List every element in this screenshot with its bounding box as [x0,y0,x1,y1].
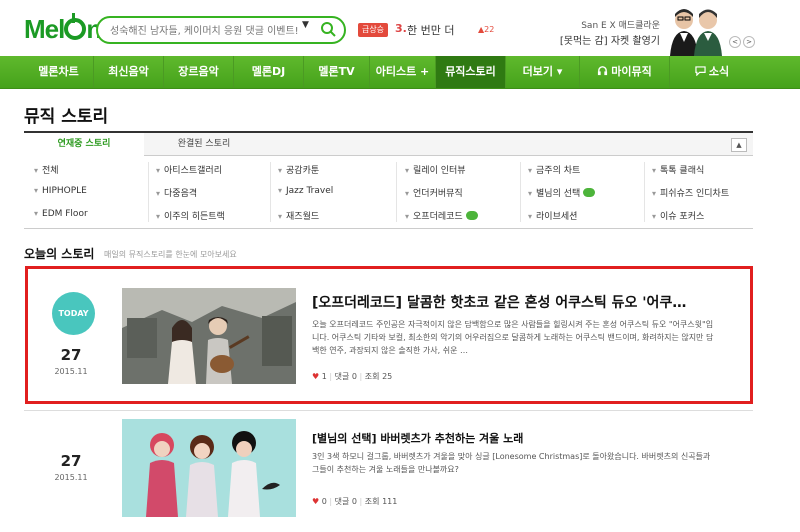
nav-melon-dj[interactable]: 멜론DJ [234,56,304,88]
today-subheading: 매일의 뮤직스토리를 한눈에 모아보세요 [104,250,237,259]
collapse-toggle-button[interactable]: ▲ [731,138,747,152]
nav-music-story[interactable]: 뮤직스토리 [436,56,506,88]
search-box: ▼ [96,16,346,44]
nav-news[interactable]: 소식 [670,56,754,88]
rank-number: 3. [395,22,407,35]
nav-melon-chart[interactable]: 멜론차트 [24,56,94,88]
view-label: 조회 [364,372,380,381]
search-icon[interactable] [320,21,336,37]
comment-label: 댓글 [334,497,350,506]
story-meta: ♥ 1 | 댓글 0 | 조회 25 [312,372,393,381]
story-thumbnail[interactable] [122,288,296,384]
search-dropdown-icon[interactable]: ▼ [302,20,309,30]
comment-count: 0 [351,497,357,506]
divider [520,162,521,222]
rank-title[interactable]: 한 번만 더 [407,22,454,38]
new-badge-icon [583,188,596,197]
nav-melon-tv[interactable]: 멜론TV [304,56,370,88]
category-item[interactable]: ▾ 공감카툰 [278,163,319,177]
story-date: 2015.11 [54,367,88,376]
promo-image[interactable] [666,6,726,56]
divider [270,162,271,222]
promo-title[interactable]: [못먹는 감] 자켓 촬영기 [540,32,660,47]
category-item[interactable]: ▾ 오프더레코드 [405,209,478,223]
nav-news-label: 소식 [708,65,730,78]
story-day: 27 [60,346,82,364]
nav-more[interactable]: 더보기 ▾ [506,56,580,88]
story-date: 2015.11 [54,473,88,482]
header: Meln ▼ 급상승 3. 한 번만 더 ▲22 San E X 매드클라운 [… [0,0,800,56]
category-item[interactable]: ▾ 재즈월드 [278,209,319,223]
view-count: 25 [382,372,393,381]
category-item[interactable]: ▾ 다중음격 [156,186,197,200]
comment-count: 0 [351,372,357,381]
nav-artist[interactable]: 아티스트 + [370,56,436,88]
new-badge-icon [465,211,478,220]
main-navigation: 멜론차트 최신음악 장르음악 멜론DJ 멜론TV 아티스트 + 뮤직스토리 더보… [0,56,800,89]
category-item[interactable]: ▾ 라이브세션 [528,209,577,223]
story-description: 오늘 오프더레코드 주인공은 자극적이지 않은 담백함으로 많은 사람들을 힐링… [312,320,714,355]
nav-latest-music[interactable]: 최신음악 [94,56,164,88]
today-heading: 오늘의 스토리 [24,247,95,261]
category-item[interactable]: ▾ 릴레이 인터뷰 [405,163,466,177]
category-item[interactable]: ▾ 별님의 선택 [528,186,596,200]
category-item[interactable]: ▾ 전체 [34,163,59,177]
story-description: 3인 3색 하모니 걸그룹, 바버렛츠가 겨울을 맞아 싱글 [Lonesome… [312,452,711,474]
category-item[interactable]: ▾ 피쉬슈즈 인디차트 [652,186,729,200]
nav-my-music[interactable]: 마이뮤직 [580,56,670,88]
category-item[interactable]: ▾ 금주의 차트 [528,163,580,177]
category-item[interactable]: ▾ 이슈 포커스 [652,209,704,223]
headphones-icon [598,66,608,76]
promo-subtitle[interactable]: San E X 매드클라운 [560,18,660,31]
story-tabs: 연재중 스토리 완결된 스토리 [24,131,753,158]
promo-next-button[interactable]: > [743,36,755,48]
divider [24,228,753,229]
comment-label: 댓글 [334,372,350,381]
category-item[interactable]: ▾ 톡톡 클래식 [652,163,704,177]
promo-prev-button[interactable]: < [729,36,741,48]
rank-change: ▲22 [478,25,495,34]
logo-o-icon [64,13,87,40]
divider [396,162,397,222]
divider [644,162,645,222]
story-title[interactable]: [오프더레코드] 달콤한 핫초코 같은 혼성 어쿠스틱 듀오 '어쿠… [312,292,742,312]
category-item[interactable]: ▾ 아티스트갤러리 [156,163,222,177]
story-meta: ♥ 0 | 댓글 0 | 조회 111 [312,497,398,506]
story-day: 27 [60,452,82,470]
today-badge: TODAY [52,292,95,335]
view-count: 111 [382,497,398,506]
like-count: 0 [321,497,327,506]
story-title[interactable]: [별님의 선택] 바버렛츠가 추천하는 겨울 노래 [312,430,732,446]
view-label: 조회 [364,497,380,506]
category-item[interactable]: ▾ HIPHOPLE [34,186,87,200]
category-item[interactable]: ▾ 언더커버뮤직 [405,186,463,200]
logo-text: Mel [24,14,65,44]
divider [24,410,753,411]
divider [148,162,149,222]
nav-my-music-label: 마이뮤직 [611,65,652,78]
category-item[interactable]: ▾ EDM Floor [34,209,88,223]
page-title: 뮤직 스토리 [24,107,109,127]
like-count: 1 [321,372,327,381]
heart-icon[interactable]: ♥ [312,372,319,381]
category-item[interactable]: ▾ 이주의 히든트랙 [156,209,225,223]
category-item[interactable]: ▾ Jazz Travel [278,186,333,200]
melon-logo[interactable]: Mel n [24,13,102,45]
heart-icon[interactable]: ♥ [312,497,319,506]
tab-ongoing-stories[interactable]: 연재중 스토리 [24,133,144,158]
story-thumbnail[interactable] [122,419,296,517]
tab-completed-stories[interactable]: 완결된 스토리 [144,133,264,157]
speech-bubble-icon [695,66,706,77]
nav-genre-music[interactable]: 장르음악 [164,56,234,88]
rank-badge: 급상승 [358,23,388,37]
search-input[interactable] [110,22,300,40]
